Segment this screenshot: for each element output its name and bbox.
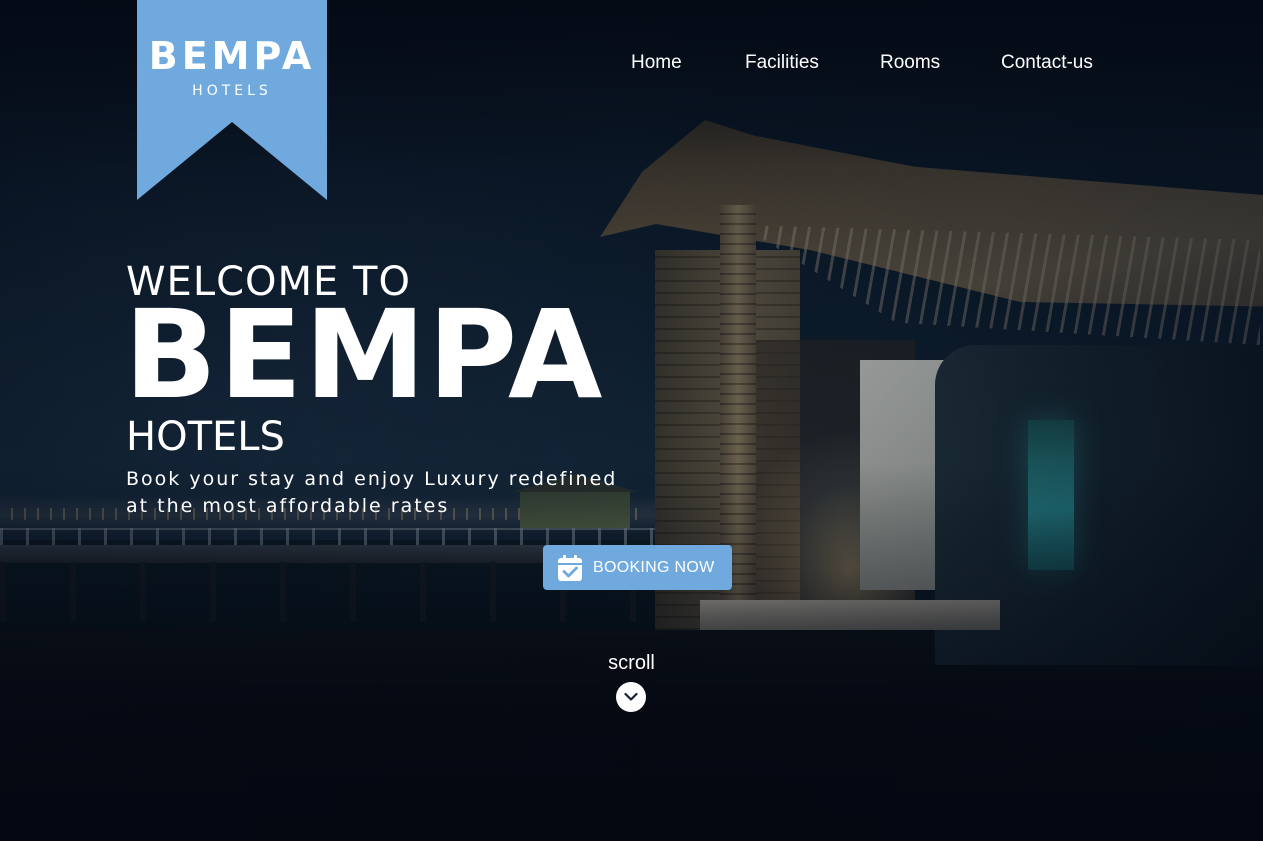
calendar-check-icon (558, 554, 582, 581)
booking-now-label: BOOKING NOW (593, 558, 715, 576)
logo-subtitle: HOTELS (192, 83, 272, 99)
chevron-down-icon (624, 692, 638, 701)
booking-now-button[interactable]: BOOKING NOW (543, 545, 732, 590)
nav-item-rooms[interactable]: Rooms (880, 52, 940, 74)
main-nav: Home Facilities Rooms Contact-us (0, 52, 1263, 82)
nav-item-home[interactable]: Home (631, 52, 682, 74)
hero-brand-title: BEMPA (124, 284, 605, 426)
hero-tagline-line-2: at the most affordable rates (126, 495, 450, 517)
nav-item-contact-us[interactable]: Contact-us (1001, 52, 1093, 74)
scroll-label: scroll (608, 652, 655, 674)
scroll-down-button[interactable] (616, 682, 646, 712)
hero-tagline-line-1: Book your stay and enjoy Luxury redefine… (126, 468, 618, 490)
nav-item-facilities[interactable]: Facilities (745, 52, 819, 74)
hero-hotels-text: HOTELS (126, 414, 285, 460)
hero-tagline: Book your stay and enjoy Luxury redefine… (126, 466, 646, 520)
